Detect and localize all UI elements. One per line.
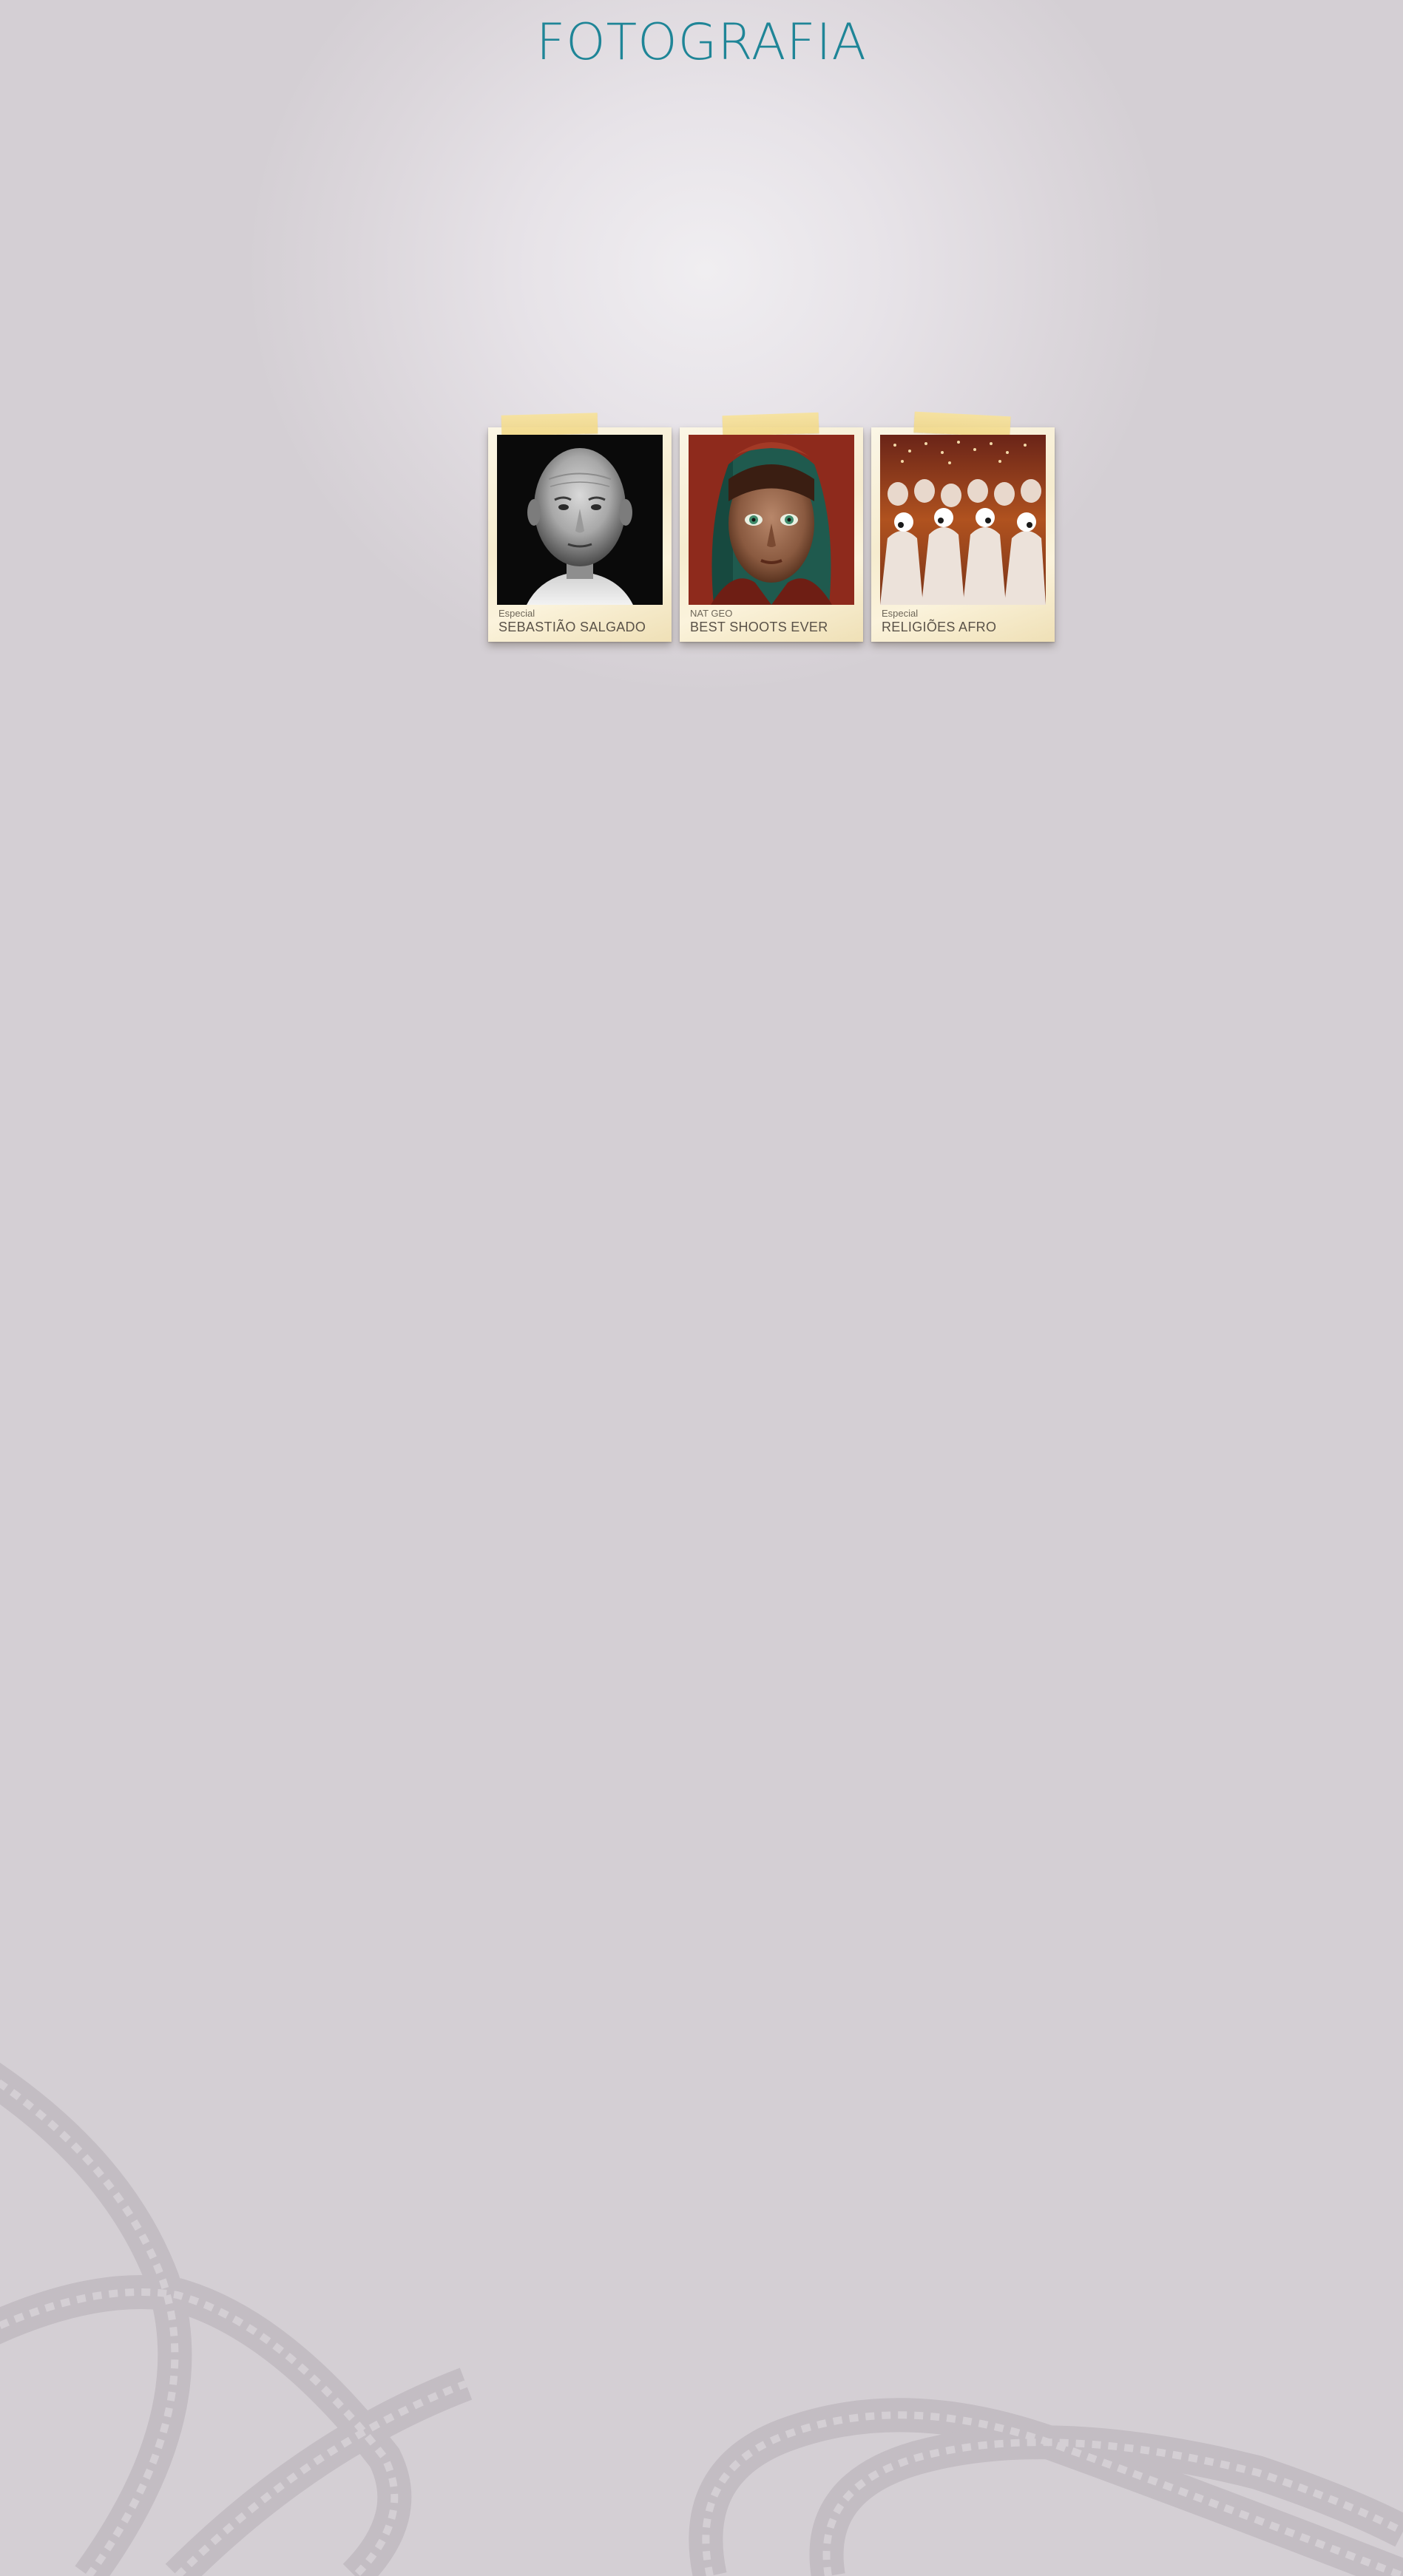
gallery-card-best-shoots-ever[interactable]: NAT GEO BEST SHOOTS EVER	[680, 412, 863, 642]
card-photo[interactable]	[880, 435, 1046, 605]
card-category: Especial	[882, 608, 919, 619]
card-photo[interactable]	[497, 435, 663, 605]
card-category: NAT GEO	[690, 608, 733, 619]
gallery-card-sebastiao-salgado[interactable]: Especial SEBASTIÃO SALGADO	[488, 413, 672, 642]
card-title[interactable]: SEBASTIÃO SALGADO	[498, 620, 646, 635]
gallery-card-religioes-afro[interactable]: Especial RELIGIÕES AFRO	[871, 411, 1055, 642]
card-category: Especial	[498, 608, 535, 619]
card-title[interactable]: RELIGIÕES AFRO	[882, 620, 996, 635]
tape-decoration	[501, 413, 598, 436]
film-strip-icon	[0, 2062, 1403, 2576]
card-title[interactable]: BEST SHOOTS EVER	[690, 620, 828, 635]
tape-decoration	[722, 412, 819, 437]
tape-decoration	[913, 411, 1011, 438]
card-photo[interactable]	[689, 435, 854, 605]
gallery: Especial SEBASTIÃO SALGADO NAT GEO BEST …	[488, 411, 1058, 651]
page-title: FOTOGRAFIA	[535, 13, 868, 72]
